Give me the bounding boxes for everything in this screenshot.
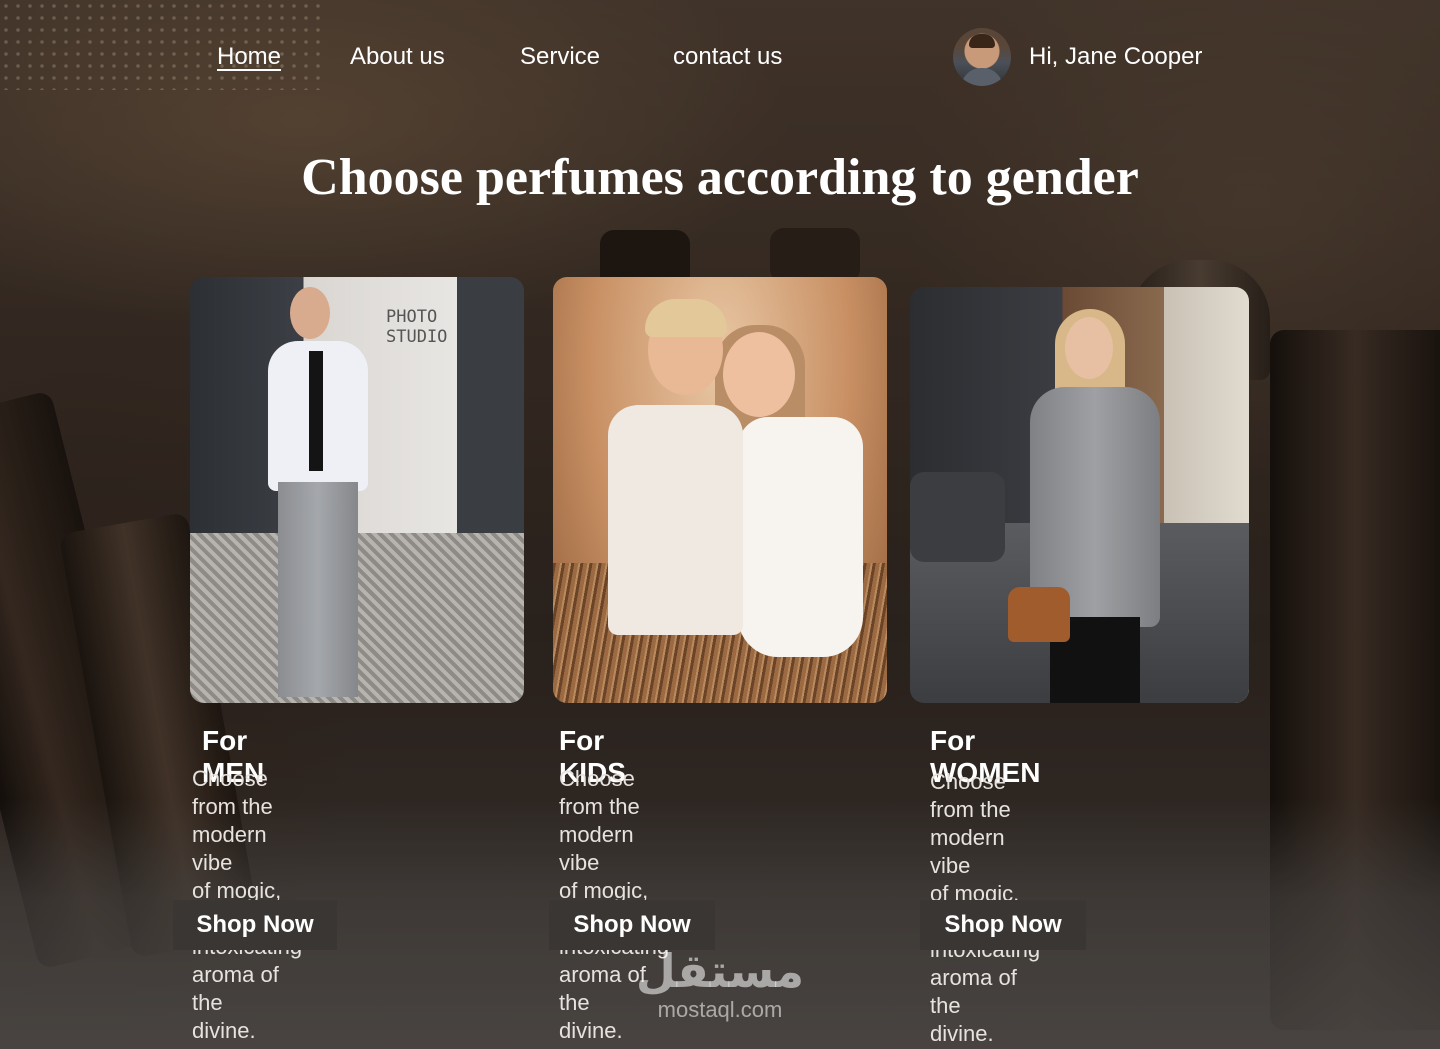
photo-studio-sign: PHOTO STUDIO bbox=[386, 307, 448, 347]
watermark: مستقل mostaql.com bbox=[600, 945, 840, 1023]
page-title: Choose perfumes according to gender bbox=[301, 149, 1139, 206]
top-navigation: Home About us Service contact us Hi, Jan… bbox=[0, 28, 1440, 86]
nav-contact-link[interactable]: contact us bbox=[673, 40, 782, 74]
shop-now-kids-button[interactable]: Shop Now bbox=[549, 900, 715, 950]
shop-now-men-button[interactable]: Shop Now bbox=[173, 900, 337, 950]
men-photo: PHOTO STUDIO bbox=[190, 277, 524, 703]
user-greeting: Hi, Jane Cooper bbox=[1029, 43, 1203, 70]
shop-now-women-button[interactable]: Shop Now bbox=[920, 900, 1086, 950]
avatar[interactable] bbox=[953, 28, 1011, 86]
nav-service-link[interactable]: Service bbox=[520, 40, 600, 74]
watermark-latin: mostaql.com bbox=[657, 997, 783, 1022]
women-photo bbox=[910, 287, 1249, 703]
nav-about-link[interactable]: About us bbox=[350, 40, 445, 74]
nav-home-link[interactable]: Home bbox=[217, 40, 281, 74]
watermark-arabic: مستقل bbox=[635, 945, 805, 997]
kids-photo bbox=[553, 277, 887, 703]
user-profile[interactable]: Hi, Jane Cooper bbox=[953, 28, 1202, 86]
